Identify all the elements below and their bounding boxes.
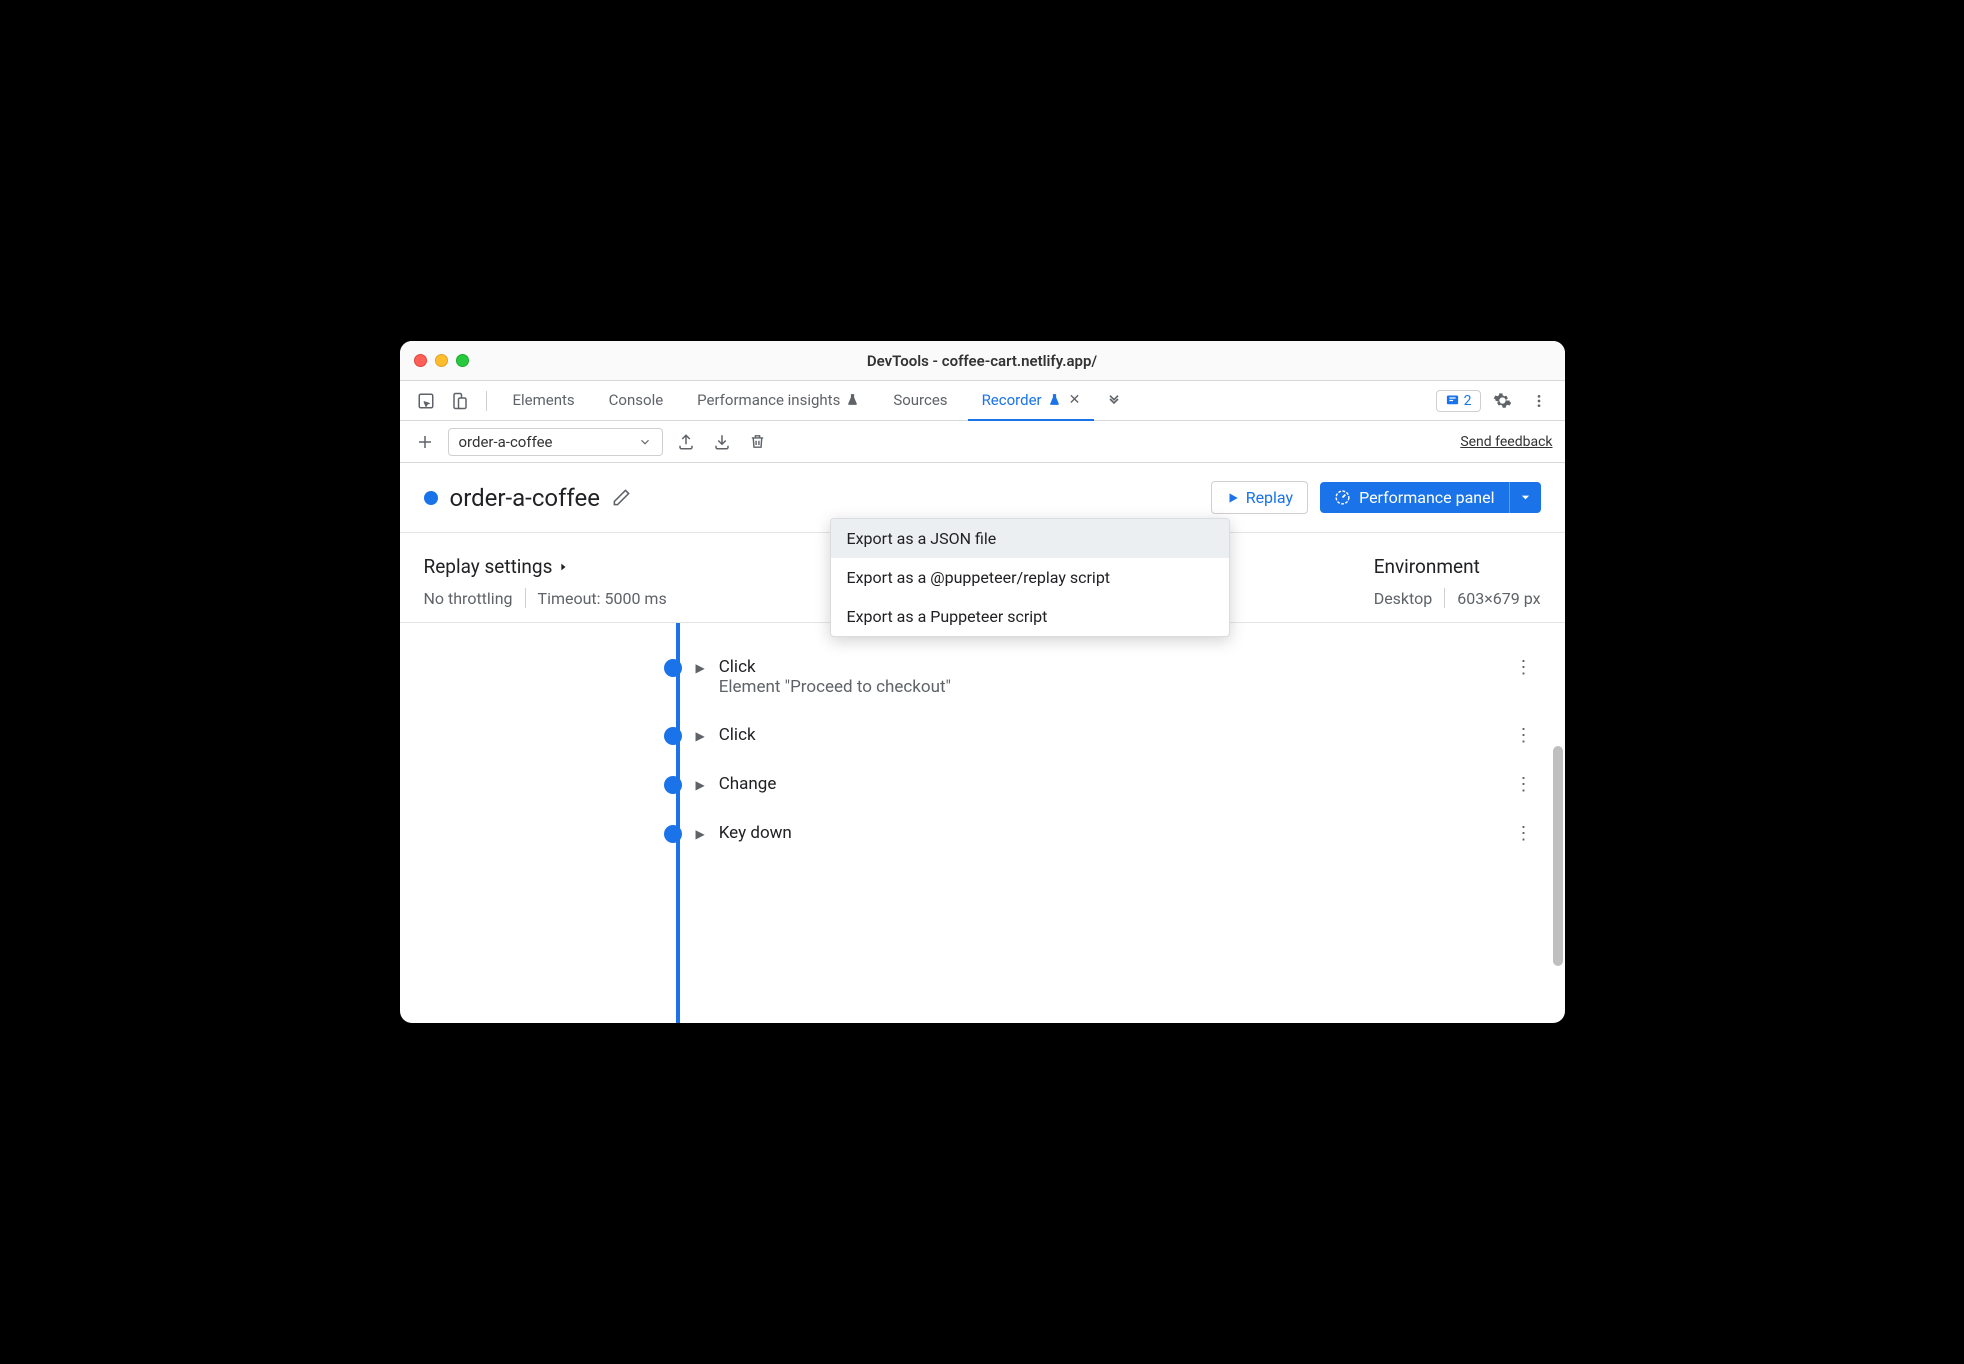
timeout-value: Timeout: 5000 ms	[538, 589, 667, 608]
export-json-item[interactable]: Export as a JSON file	[831, 519, 1229, 558]
issues-icon	[1445, 393, 1460, 408]
flask-icon	[1048, 393, 1061, 406]
step-label: Key down	[719, 823, 1493, 843]
add-recording-icon[interactable]	[412, 429, 438, 455]
device-toolbar-icon[interactable]	[446, 387, 474, 415]
window-title: DevTools - coffee-cart.netlify.app/	[400, 352, 1565, 370]
replay-settings-values: No throttling Timeout: 5000 ms	[424, 588, 667, 608]
flask-icon	[846, 393, 859, 406]
import-icon[interactable]	[709, 429, 735, 455]
gauge-icon	[1334, 489, 1351, 506]
replay-button[interactable]: Replay	[1211, 481, 1308, 514]
export-puppeteer-replay-item[interactable]: Export as a @puppeteer/replay script	[831, 558, 1229, 597]
chevron-down-icon	[638, 435, 652, 449]
expand-step-icon[interactable]: ▶	[696, 827, 705, 841]
replay-settings-title[interactable]: Replay settings	[424, 555, 667, 578]
traffic-lights	[414, 354, 469, 367]
step-dot	[664, 727, 682, 745]
settings-gear-icon[interactable]	[1489, 387, 1517, 415]
step-menu-icon[interactable]: ⋮	[1507, 657, 1541, 678]
step-row[interactable]: ▶ Click ⋮	[400, 711, 1565, 760]
expand-step-icon[interactable]: ▶	[696, 661, 705, 675]
step-content: Change	[719, 774, 1493, 794]
recorder-toolbar: order-a-coffee Send feedback	[400, 421, 1565, 463]
step-menu-icon[interactable]: ⋮	[1507, 774, 1541, 795]
environment-title: Environment	[1374, 555, 1480, 578]
step-content: Click Element "Proceed to checkout"	[719, 657, 1493, 697]
titlebar: DevTools - coffee-cart.netlify.app/	[400, 341, 1565, 381]
devtools-tabs: Elements Console Performance insights So…	[400, 381, 1565, 421]
environment-values: Desktop 603×679 px	[1374, 588, 1541, 608]
tab-recorder[interactable]: Recorder ✕	[968, 381, 1095, 421]
step-label: Click	[719, 657, 1493, 677]
scrollbar-thumb[interactable]	[1553, 746, 1563, 966]
close-tab-icon[interactable]: ✕	[1069, 392, 1081, 408]
window-maximize-button[interactable]	[456, 354, 469, 367]
issues-badge[interactable]: 2	[1436, 390, 1481, 412]
edit-title-icon[interactable]	[612, 488, 631, 507]
environment-settings: Environment Desktop 603×679 px	[1374, 555, 1541, 608]
export-menu: Export as a JSON file Export as a @puppe…	[830, 518, 1230, 637]
device-value: Desktop	[1374, 589, 1433, 608]
tabs-right: 2	[1436, 387, 1553, 415]
more-tabs-icon[interactable]	[1100, 387, 1128, 415]
send-feedback-link[interactable]: Send feedback	[1460, 434, 1552, 450]
step-content: Key down	[719, 823, 1493, 843]
step-detail: Element "Proceed to checkout"	[719, 677, 1493, 697]
divider	[525, 588, 526, 608]
step-label: Click	[719, 725, 1493, 745]
recording-status-dot	[424, 491, 438, 505]
step-label: Change	[719, 774, 1493, 794]
export-puppeteer-item[interactable]: Export as a Puppeteer script	[831, 597, 1229, 636]
recording-actions: Replay Performance panel	[1211, 481, 1541, 514]
performance-panel-button[interactable]: Performance panel	[1320, 482, 1540, 513]
step-menu-icon[interactable]: ⋮	[1507, 823, 1541, 844]
throttling-value: No throttling	[424, 589, 513, 608]
play-icon	[1226, 491, 1240, 505]
inspect-element-icon[interactable]	[412, 387, 440, 415]
steps-area: ▶ Click Element "Proceed to checkout" ⋮ …	[400, 623, 1565, 1023]
step-row[interactable]: ▶ Change ⋮	[400, 760, 1565, 809]
step-row[interactable]: ▶ Key down ⋮	[400, 809, 1565, 858]
window-minimize-button[interactable]	[435, 354, 448, 367]
step-dot	[664, 776, 682, 794]
performance-panel-dropdown[interactable]	[1509, 482, 1541, 513]
tab-elements[interactable]: Elements	[499, 381, 589, 421]
delete-icon[interactable]	[745, 429, 771, 455]
tab-performance-insights[interactable]: Performance insights	[683, 381, 873, 421]
expand-step-icon[interactable]: ▶	[696, 778, 705, 792]
expand-step-icon[interactable]: ▶	[696, 729, 705, 743]
step-row[interactable]: ▶ Click Element "Proceed to checkout" ⋮	[400, 643, 1565, 711]
devtools-window: DevTools - coffee-cart.netlify.app/ Elem…	[400, 341, 1565, 1023]
window-close-button[interactable]	[414, 354, 427, 367]
step-content: Click	[719, 725, 1493, 745]
step-dot	[664, 825, 682, 843]
export-icon[interactable]	[673, 429, 699, 455]
replay-settings: Replay settings No throttling Timeout: 5…	[424, 555, 667, 608]
viewport-value: 603×679 px	[1457, 589, 1540, 608]
tab-sources[interactable]: Sources	[879, 381, 961, 421]
step-dot	[664, 659, 682, 677]
caret-right-icon	[558, 562, 568, 572]
recording-select[interactable]: order-a-coffee	[448, 428, 663, 456]
recording-title: order-a-coffee	[450, 484, 600, 512]
tab-console[interactable]: Console	[595, 381, 678, 421]
step-menu-icon[interactable]: ⋮	[1507, 725, 1541, 746]
divider	[1444, 588, 1445, 608]
more-vert-icon[interactable]	[1525, 387, 1553, 415]
divider	[486, 391, 487, 411]
